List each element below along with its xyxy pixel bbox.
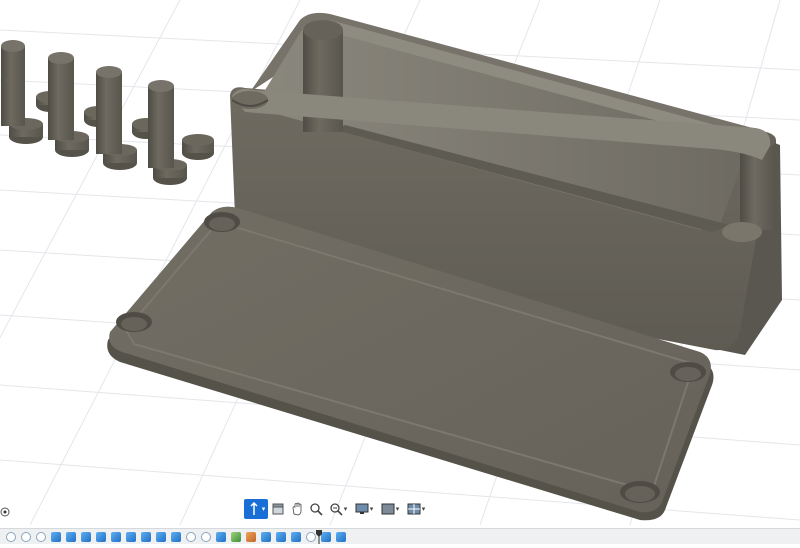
timeline-sketch-icon[interactable]	[306, 531, 316, 542]
timeline-body-icon[interactable]	[126, 531, 136, 542]
look-at-button[interactable]	[270, 499, 286, 519]
display-settings-button[interactable]: ▾	[352, 499, 376, 519]
standoff-pins	[1, 40, 214, 185]
timeline-body-icon[interactable]	[276, 531, 286, 542]
timeline-body-icon[interactable]	[171, 531, 181, 542]
timeline-marker-icon[interactable]	[316, 529, 322, 544]
timeline-body-icon[interactable]	[336, 531, 346, 542]
orbit-dropdown-icon[interactable]: ▾	[262, 505, 266, 513]
grid-snaps-icon	[381, 503, 395, 515]
timeline-sketch-icon[interactable]	[36, 531, 46, 542]
timeline-body-icon[interactable]	[66, 531, 76, 542]
timeline-body-icon[interactable]	[321, 531, 331, 542]
viewports-dropdown-icon[interactable]: ▾	[422, 505, 426, 513]
3d-viewport[interactable]	[0, 0, 800, 525]
timeline-body-icon[interactable]	[141, 531, 151, 542]
display-settings-dropdown-icon[interactable]: ▾	[370, 505, 374, 513]
fit-zoom-button[interactable]: ▾	[326, 499, 350, 519]
timeline-body-icon[interactable]	[291, 531, 301, 542]
fit-zoom-dropdown-icon[interactable]: ▾	[344, 505, 348, 513]
grid-snaps-button[interactable]: ▾	[378, 499, 402, 519]
timeline-shell-icon[interactable]	[246, 531, 256, 542]
timeline-body-icon[interactable]	[261, 531, 271, 542]
timeline-sketch-icon[interactable]	[186, 531, 196, 542]
zoom-icon	[310, 503, 323, 516]
design-timeline	[0, 528, 800, 544]
zoom-button[interactable]	[308, 499, 324, 519]
timeline-body-icon[interactable]	[96, 531, 106, 542]
look-at-icon	[272, 503, 284, 515]
timeline-fillet-icon[interactable]	[231, 531, 241, 542]
fit-zoom-icon	[330, 503, 343, 516]
grid-snaps-dropdown-icon[interactable]: ▾	[396, 505, 400, 513]
pan-icon	[292, 502, 302, 516]
timeline-body-icon[interactable]	[156, 531, 166, 542]
timeline-sketch-icon[interactable]	[21, 531, 31, 542]
navigation-bar-toggle-icon[interactable]	[0, 503, 10, 517]
timeline-sketch-icon[interactable]	[201, 531, 211, 542]
timeline-body-icon[interactable]	[81, 531, 91, 542]
timeline-sketch-icon[interactable]	[6, 531, 16, 542]
timeline-body-icon[interactable]	[111, 531, 121, 542]
display-settings-icon	[355, 503, 369, 514]
viewports-button[interactable]: ▾	[404, 499, 428, 519]
timeline-body-icon[interactable]	[51, 531, 61, 542]
viewports-icon	[407, 503, 421, 515]
model-canvas[interactable]	[0, 0, 800, 525]
orbit-icon	[250, 502, 258, 515]
orbit-button[interactable]: ▾	[244, 499, 268, 519]
navigation-toolbar: ▾ ▾ ▾ ▾ ▾	[244, 498, 428, 520]
timeline-body-icon[interactable]	[216, 531, 226, 542]
pan-button[interactable]	[288, 499, 306, 519]
